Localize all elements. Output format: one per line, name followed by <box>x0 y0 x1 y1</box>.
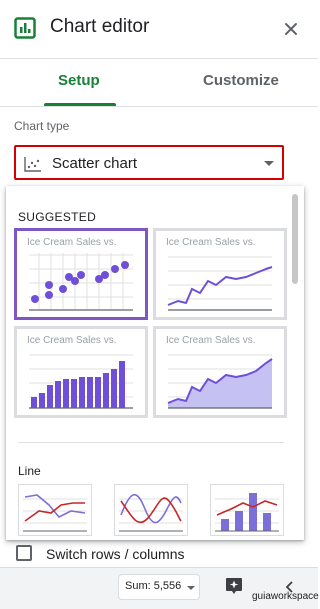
sheet-footer: Sum: 5,556 guiaworkspace <box>0 567 319 609</box>
suggestion-scatter-chart[interactable]: Ice Cream Sales vs. <box>14 228 148 320</box>
switch-rows-checkbox[interactable] <box>16 545 32 561</box>
line-chart-thumbnail <box>167 256 273 311</box>
line-chart-icon <box>23 494 87 532</box>
smooth-line-chart-option[interactable] <box>114 484 188 536</box>
chart-type-dropdown: SUGGESTED Ice Cream Sales vs. Ice Cream … <box>6 186 304 540</box>
chart-icon <box>14 17 36 39</box>
area-chart-thumbnail <box>167 354 273 409</box>
header-divider <box>0 58 318 59</box>
tab-setup[interactable]: Setup <box>58 72 100 89</box>
sum-value: Sum: 5,556 <box>125 580 182 592</box>
suggestion-line-chart[interactable]: Ice Cream Sales vs. <box>153 228 287 320</box>
tab-customize[interactable]: Customize <box>203 72 279 89</box>
chart-type-label: Chart type <box>14 119 70 133</box>
section-divider <box>18 442 284 443</box>
chevron-down-icon <box>264 161 274 166</box>
switch-rows-label: Switch rows / columns <box>46 546 185 562</box>
dropdown-scrollbar[interactable] <box>292 194 298 284</box>
chart-type-value: Scatter chart <box>52 155 138 172</box>
suggestion-column-chart[interactable]: Ice Cream Sales vs. <box>14 326 148 418</box>
explore-icon[interactable] <box>224 576 244 596</box>
watermark: guiaworkspace <box>252 591 319 602</box>
scatter-chart-thumbnail <box>29 253 133 311</box>
editor-header: Chart editor <box>0 0 318 58</box>
suggested-heading: SUGGESTED <box>18 210 97 224</box>
editor-title: Chart editor <box>50 16 150 37</box>
smooth-line-chart-icon <box>119 493 183 532</box>
tabs-divider <box>0 106 318 107</box>
scatter-chart-icon <box>24 157 41 172</box>
chart-type-select[interactable]: Scatter chart <box>14 145 284 180</box>
close-icon[interactable] <box>280 18 302 40</box>
combo-chart-option[interactable] <box>210 484 284 536</box>
suggestion-area-chart[interactable]: Ice Cream Sales vs. <box>153 326 287 418</box>
column-chart-thumbnail <box>29 354 133 409</box>
chevron-down-icon <box>187 586 195 590</box>
line-chart-option[interactable] <box>18 484 92 536</box>
line-section-heading: Line <box>18 464 41 478</box>
combo-chart-icon <box>215 493 279 532</box>
sum-dropdown[interactable]: Sum: 5,556 <box>118 574 200 600</box>
